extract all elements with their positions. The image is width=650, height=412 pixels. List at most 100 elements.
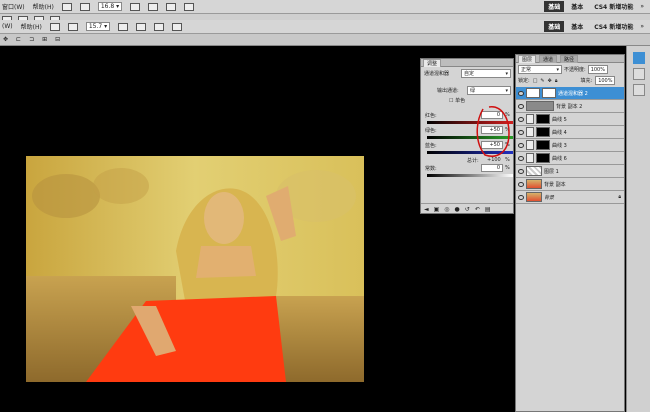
workspace-essentials[interactable]: 基础: [544, 1, 565, 12]
zoom-select[interactable]: 16.8 ▾: [97, 2, 123, 11]
expand-icon-2[interactable]: »: [640, 23, 644, 30]
layer-list: 通道混和器 2 背景 副本 2 曲线 5 曲线 4 曲线 3 曲线 6 图层 1…: [516, 87, 624, 204]
preset-select[interactable]: 自定 ▾: [461, 69, 511, 78]
menu-help-2[interactable]: 帮助(H): [21, 22, 42, 31]
back-arrow-icon[interactable]: ◄: [424, 206, 429, 213]
lock-move-icon[interactable]: ✥: [548, 78, 552, 84]
constant-label: 常数:: [425, 166, 437, 172]
arrange-docs-icon[interactable]: [166, 2, 177, 11]
monochrome-checkbox[interactable]: ☐ 单色: [449, 97, 465, 104]
workspace-basic-2[interactable]: 基本: [567, 21, 587, 32]
lock-transparent-icon[interactable]: □: [533, 78, 538, 84]
lock-label: 锁定:: [518, 78, 530, 84]
workspace-basic[interactable]: 基本: [567, 1, 587, 12]
visibility-eye-icon[interactable]: [518, 90, 524, 96]
visibility-icon[interactable]: ●: [455, 206, 460, 213]
screen-mode-icon-2[interactable]: [172, 22, 183, 31]
layer-curves-3[interactable]: 曲线 3: [516, 139, 624, 152]
workspace-cs4-new[interactable]: CS4 新增功能: [590, 1, 637, 12]
layer-thumbnail: [526, 101, 554, 111]
layer-background-copy[interactable]: 背景 副本: [516, 178, 624, 191]
reset-icon[interactable]: ↺: [465, 206, 470, 213]
layer-background[interactable]: 背景 🔒︎: [516, 191, 624, 204]
visibility-eye-icon[interactable]: [518, 116, 524, 122]
layer-thumbnail: [526, 179, 542, 189]
workspace-cs4-new-2[interactable]: CS4 新增功能: [590, 21, 637, 32]
previous-state-icon[interactable]: ↶: [475, 206, 480, 213]
panel-icon[interactable]: [633, 68, 645, 80]
output-channel-select[interactable]: 绿 ▾: [467, 86, 511, 95]
clip-icon[interactable]: ◎: [444, 206, 449, 213]
tab-adjustments[interactable]: 调整: [423, 58, 442, 67]
delete-icon[interactable]: ▤: [485, 206, 491, 213]
auto-align-icon[interactable]: ⊟: [55, 36, 60, 43]
visibility-eye-icon[interactable]: [518, 142, 524, 148]
rotate-view-icon[interactable]: [148, 2, 159, 11]
adjustments-footer: ◄ ▣ ◎ ● ↺ ↶ ▤: [421, 203, 513, 214]
opacity-field[interactable]: 100%: [587, 65, 608, 74]
menu-window[interactable]: 窗口(W): [2, 2, 25, 11]
lock-row: 锁定: □ ✎ ✥ 🔒︎ 填充: 100%: [518, 76, 616, 85]
layer-curves-6[interactable]: 曲线 6: [516, 152, 624, 165]
align-center-icon[interactable]: ⊐: [29, 36, 34, 43]
secondary-bar: (W) 帮助(H) 15.7 ▾ 基础 基本 CS4 新增功能 »: [0, 20, 650, 34]
curves-icon: [526, 153, 534, 163]
blend-mode-select[interactable]: 正常 ▾: [518, 65, 562, 74]
bridge-icon[interactable]: [61, 2, 72, 11]
visibility-eye-icon[interactable]: [518, 168, 524, 174]
opacity-label: 不透明度:: [564, 67, 586, 73]
blend-row: 正常 ▾ 不透明度: 100%: [518, 65, 608, 74]
rotate-view-icon-2[interactable]: [136, 22, 147, 31]
visibility-eye-icon[interactable]: [518, 194, 524, 200]
adjustment-title: 通道混和器: [424, 71, 450, 77]
visibility-eye-icon[interactable]: [518, 103, 524, 109]
layer-mask-thumbnail: [536, 114, 550, 124]
document-image: [26, 156, 364, 382]
hand-tool-icon[interactable]: [130, 2, 141, 11]
constant-slider[interactable]: [427, 174, 513, 177]
constant-unit: %: [505, 165, 510, 171]
layer-curves-4[interactable]: 曲线 4: [516, 126, 624, 139]
screen-mode-icon[interactable]: [184, 2, 195, 11]
tab-channels[interactable]: 通道: [539, 54, 558, 63]
layer-mask-thumbnail: [536, 153, 550, 163]
layer-channel-mixer-2[interactable]: 通道混和器 2: [516, 87, 624, 100]
fill-label: 填充:: [580, 78, 593, 84]
mini-bridge-icon-2[interactable]: [67, 22, 78, 31]
bridge-icon-2[interactable]: [49, 22, 60, 31]
move-tool-icon[interactable]: ✥: [3, 36, 8, 43]
visibility-eye-icon[interactable]: [518, 181, 524, 187]
lock-paint-icon[interactable]: ✎: [540, 78, 544, 84]
menu-help[interactable]: 帮助(H): [33, 2, 54, 11]
layer-thumbnail: [526, 166, 542, 176]
distribute-icon-2[interactable]: ⊞: [42, 36, 47, 43]
layer-1[interactable]: 图层 1: [516, 165, 624, 178]
panel-icon[interactable]: [633, 84, 645, 96]
expand-icon[interactable]: »: [640, 3, 644, 10]
visibility-eye-icon[interactable]: [518, 129, 524, 135]
zoom-select-2[interactable]: 15.7 ▾: [85, 22, 111, 31]
curves-icon: [526, 140, 534, 150]
fill-field[interactable]: 100%: [595, 76, 616, 85]
hand-tool-icon-2[interactable]: [118, 22, 129, 31]
mini-bridge-icon[interactable]: [79, 2, 90, 11]
align-left-icon[interactable]: ⊏: [16, 36, 21, 43]
arrange-docs-icon-2[interactable]: [154, 22, 165, 31]
portrait-photo: [26, 156, 364, 382]
curves-icon: [526, 114, 534, 124]
adjustments-panel: 调整 通道混和器 自定 ▾ 输出通道: 绿 ▾ ☐ 单色 红色: 0 % 绿色: +…: [420, 58, 514, 214]
layer-view-icon[interactable]: ▣: [434, 206, 440, 213]
layer-background-copy-2[interactable]: 背景 副本 2: [516, 100, 624, 113]
blue-label: 蓝色:: [425, 143, 437, 149]
output-channel-label: 输出通道:: [437, 88, 459, 94]
lock-all-icon[interactable]: 🔒︎: [555, 78, 558, 84]
layer-mask-thumbnail: [536, 127, 550, 137]
visibility-eye-icon[interactable]: [518, 155, 524, 161]
constant-value[interactable]: 0: [481, 164, 503, 172]
workspace-essentials-2[interactable]: 基础: [544, 21, 565, 32]
layer-curves-5[interactable]: 曲线 5: [516, 113, 624, 126]
menu-window-2[interactable]: (W): [2, 23, 13, 30]
panel-icon[interactable]: [633, 52, 645, 64]
tab-layers[interactable]: 图层: [518, 54, 537, 63]
tab-paths[interactable]: 路径: [560, 54, 579, 63]
